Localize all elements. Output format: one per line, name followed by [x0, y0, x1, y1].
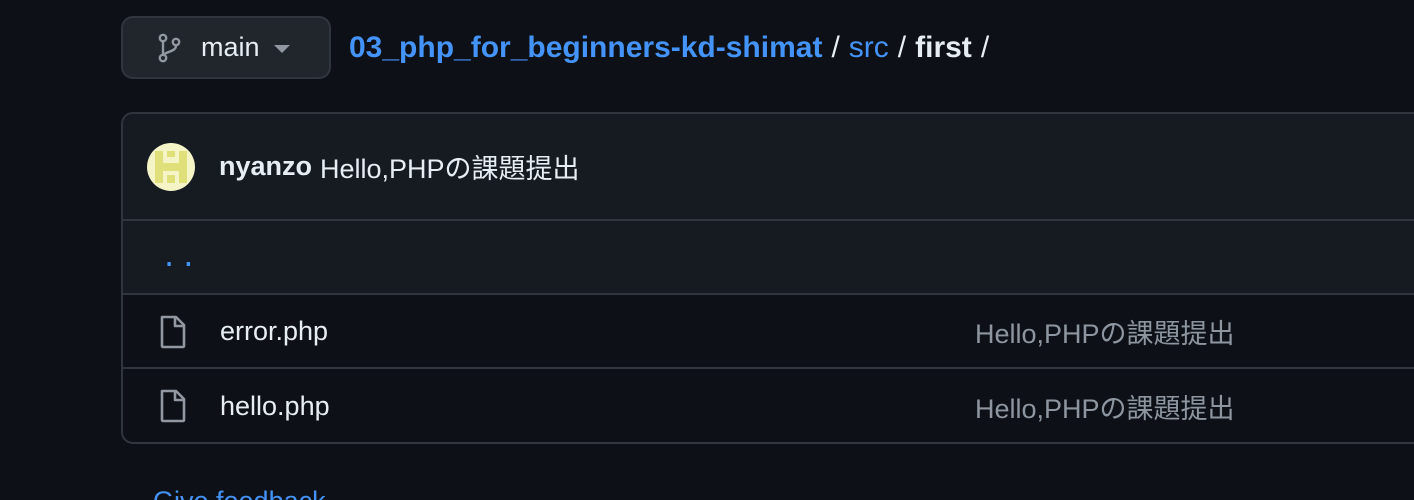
parent-directory-link[interactable]: .. — [161, 242, 200, 273]
branch-selector-button[interactable]: main — [121, 16, 331, 79]
file-icon — [159, 389, 187, 423]
file-commit-message[interactable]: Hello,PHPの課題提出 — [975, 312, 1235, 351]
breadcrumb-current: first — [915, 30, 972, 64]
commit-author[interactable]: nyanzo — [219, 151, 312, 182]
breadcrumb: 03_php_for_beginners-kd-shimat / src / f… — [349, 31, 998, 65]
breadcrumb-separator: / — [831, 30, 840, 64]
feedback-link[interactable]: Give feedback — [153, 488, 326, 500]
commit-message[interactable]: Hello,PHPの課題提出 — [320, 147, 580, 186]
file-commit-message[interactable]: Hello,PHPの課題提出 — [975, 387, 1235, 426]
breadcrumb-separator: / — [897, 30, 907, 64]
breadcrumb-separator: / — [980, 30, 990, 64]
table-row[interactable]: error.php Hello,PHPの課題提出 — [123, 295, 1414, 369]
file-name-link[interactable]: hello.php — [220, 391, 330, 422]
breadcrumb-src-link[interactable]: src — [849, 31, 889, 65]
file-icon — [159, 315, 187, 349]
latest-commit-row: nyanzo Hello,PHPの課題提出 — [123, 114, 1414, 221]
breadcrumb-repo-link[interactable]: 03_php_for_beginners-kd-shimat — [349, 31, 822, 65]
parent-directory-row[interactable]: .. — [123, 221, 1414, 295]
top-bar: main 03_php_for_beginners-kd-shimat / sr… — [121, 16, 998, 79]
chevron-down-icon — [273, 45, 290, 53]
git-branch-icon — [157, 33, 185, 63]
file-name-link[interactable]: error.php — [220, 316, 328, 347]
feedback-link-peek[interactable]: Give feedback — [153, 488, 326, 500]
avatar[interactable] — [147, 142, 195, 191]
branch-name: main — [201, 32, 260, 62]
file-list: nyanzo Hello,PHPの課題提出 .. error.php Hello… — [121, 112, 1414, 444]
table-row[interactable]: hello.php Hello,PHPの課題提出 — [123, 369, 1414, 442]
